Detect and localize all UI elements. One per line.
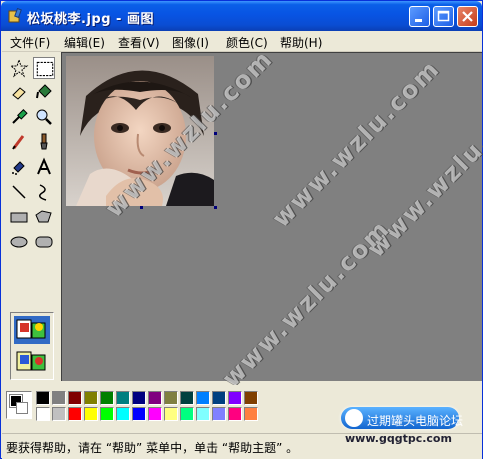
airbrush-tool[interactable] [8, 156, 30, 178]
forum-logo: 过期罐头电脑论坛 www.gqgtpc.com [339, 405, 463, 445]
opaque-option-icon [16, 319, 46, 339]
menu-bar: 文件(F) 编辑(E) 查看(V) 图像(I) 颜色(C) 帮助(H) [2, 31, 482, 52]
select-tool[interactable] [33, 57, 55, 79]
menu-edit[interactable]: 编辑(E) [64, 34, 105, 51]
brush-tool[interactable] [33, 131, 55, 153]
palette-swatch[interactable] [116, 391, 130, 405]
background-color[interactable] [16, 402, 28, 414]
watermark-text: www.wzlu.com [217, 214, 396, 393]
palette-swatch[interactable] [164, 407, 178, 421]
menu-file[interactable]: 文件(F) [10, 34, 50, 51]
menu-help[interactable]: 帮助(H) [280, 34, 322, 51]
palette-swatch[interactable] [84, 391, 98, 405]
option-transparent[interactable] [14, 348, 50, 376]
curve-tool[interactable] [33, 181, 55, 203]
palette-swatch[interactable] [36, 391, 50, 405]
paint-window: 松坂桃李.jpg - 画图 文件(F) 编辑(E) 查看(V) 图像(I) 颜色… [0, 0, 483, 459]
brush-icon [40, 133, 48, 150]
menu-image[interactable]: 图像(I) [172, 34, 209, 51]
transparent-option-icon [16, 351, 46, 371]
ellipse-tool[interactable] [8, 231, 30, 253]
palette-swatch[interactable] [196, 391, 210, 405]
menu-view[interactable]: 查看(V) [118, 34, 160, 51]
pencil-icon [12, 135, 25, 150]
maximize-button[interactable] [433, 6, 454, 27]
palette-swatch[interactable] [212, 407, 226, 421]
palette-swatch[interactable] [180, 407, 194, 421]
palette-swatch[interactable] [148, 407, 162, 421]
palette-swatch[interactable] [228, 407, 242, 421]
rectangle-icon [10, 212, 28, 223]
polygon-tool[interactable] [33, 206, 55, 228]
palette-swatch[interactable] [100, 407, 114, 421]
line-tool[interactable] [8, 181, 30, 203]
fill-bucket-icon [36, 84, 52, 99]
current-colors[interactable] [6, 391, 32, 419]
canvas-area[interactable]: www.wzlu.com www.wzlu.com www.wzlu.com w… [61, 44, 483, 393]
minimize-icon [415, 19, 422, 22]
tool-options [10, 312, 54, 380]
text-tool[interactable] [33, 156, 55, 178]
maximize-icon [437, 10, 450, 22]
pencil-tool[interactable] [8, 131, 30, 153]
airbrush-icon [12, 161, 25, 175]
fill-tool[interactable] [33, 81, 55, 103]
magnifier-tool[interactable] [33, 106, 55, 128]
close-icon [462, 11, 473, 22]
palette-swatch[interactable] [68, 391, 82, 405]
logo-name: 过期罐头电脑论坛 [367, 414, 464, 428]
resize-handle[interactable] [140, 206, 143, 209]
paint-app-icon[interactable] [7, 8, 23, 24]
text-icon [37, 157, 51, 175]
rounded-rectangle-icon [35, 236, 53, 248]
palette-swatch[interactable] [116, 407, 130, 421]
palette-swatch[interactable] [68, 407, 82, 421]
eraser-tool[interactable] [8, 81, 30, 103]
palette-swatch[interactable] [196, 407, 210, 421]
palette-swatch[interactable] [180, 391, 194, 405]
palette-swatch[interactable] [148, 391, 162, 405]
free-form-select-icon [9, 58, 29, 78]
palette-swatch[interactable] [52, 391, 66, 405]
option-opaque[interactable] [14, 316, 50, 344]
toolbox [2, 52, 60, 381]
ellipse-icon [10, 236, 28, 248]
logo-mark-icon [345, 409, 363, 427]
window-title: 松坂桃李.jpg - 画图 [27, 12, 154, 27]
palette-swatch[interactable] [132, 407, 146, 421]
palette-swatch[interactable] [244, 391, 258, 405]
palette-swatch[interactable] [228, 391, 242, 405]
palette-swatch[interactable] [52, 407, 66, 421]
palette-swatch[interactable] [164, 391, 178, 405]
palette-swatch[interactable] [212, 391, 226, 405]
title-bar[interactable]: 松坂桃李.jpg - 画图 [1, 1, 482, 31]
rectangle-tool[interactable] [8, 206, 30, 228]
resize-handle[interactable] [214, 206, 217, 209]
close-button[interactable] [457, 6, 478, 27]
pick-color-tool[interactable] [8, 106, 30, 128]
polygon-icon [35, 210, 52, 223]
curve-icon [39, 184, 47, 201]
select-icon [36, 61, 54, 77]
resize-handle[interactable] [214, 132, 217, 135]
palette-swatch[interactable] [84, 407, 98, 421]
magnifier-icon [36, 109, 52, 125]
minimize-button[interactable] [409, 6, 430, 27]
pick-color-icon [12, 109, 28, 124]
line-icon [12, 185, 26, 199]
palette-swatch[interactable] [36, 407, 50, 421]
rounded-rectangle-tool[interactable] [33, 231, 55, 253]
palette-swatch[interactable] [244, 407, 258, 421]
eraser-icon [12, 87, 26, 100]
logo-url: www.gqgtpc.com [345, 432, 452, 445]
palette-swatch[interactable] [132, 391, 146, 405]
status-text: 要获得帮助，请在 “帮助” 菜单中，单击 “帮助主题” 。 [6, 441, 299, 455]
logo-badge: 过期罐头电脑论坛 [341, 407, 463, 429]
palette-swatch[interactable] [100, 391, 114, 405]
free-form-select-tool[interactable] [8, 57, 30, 79]
